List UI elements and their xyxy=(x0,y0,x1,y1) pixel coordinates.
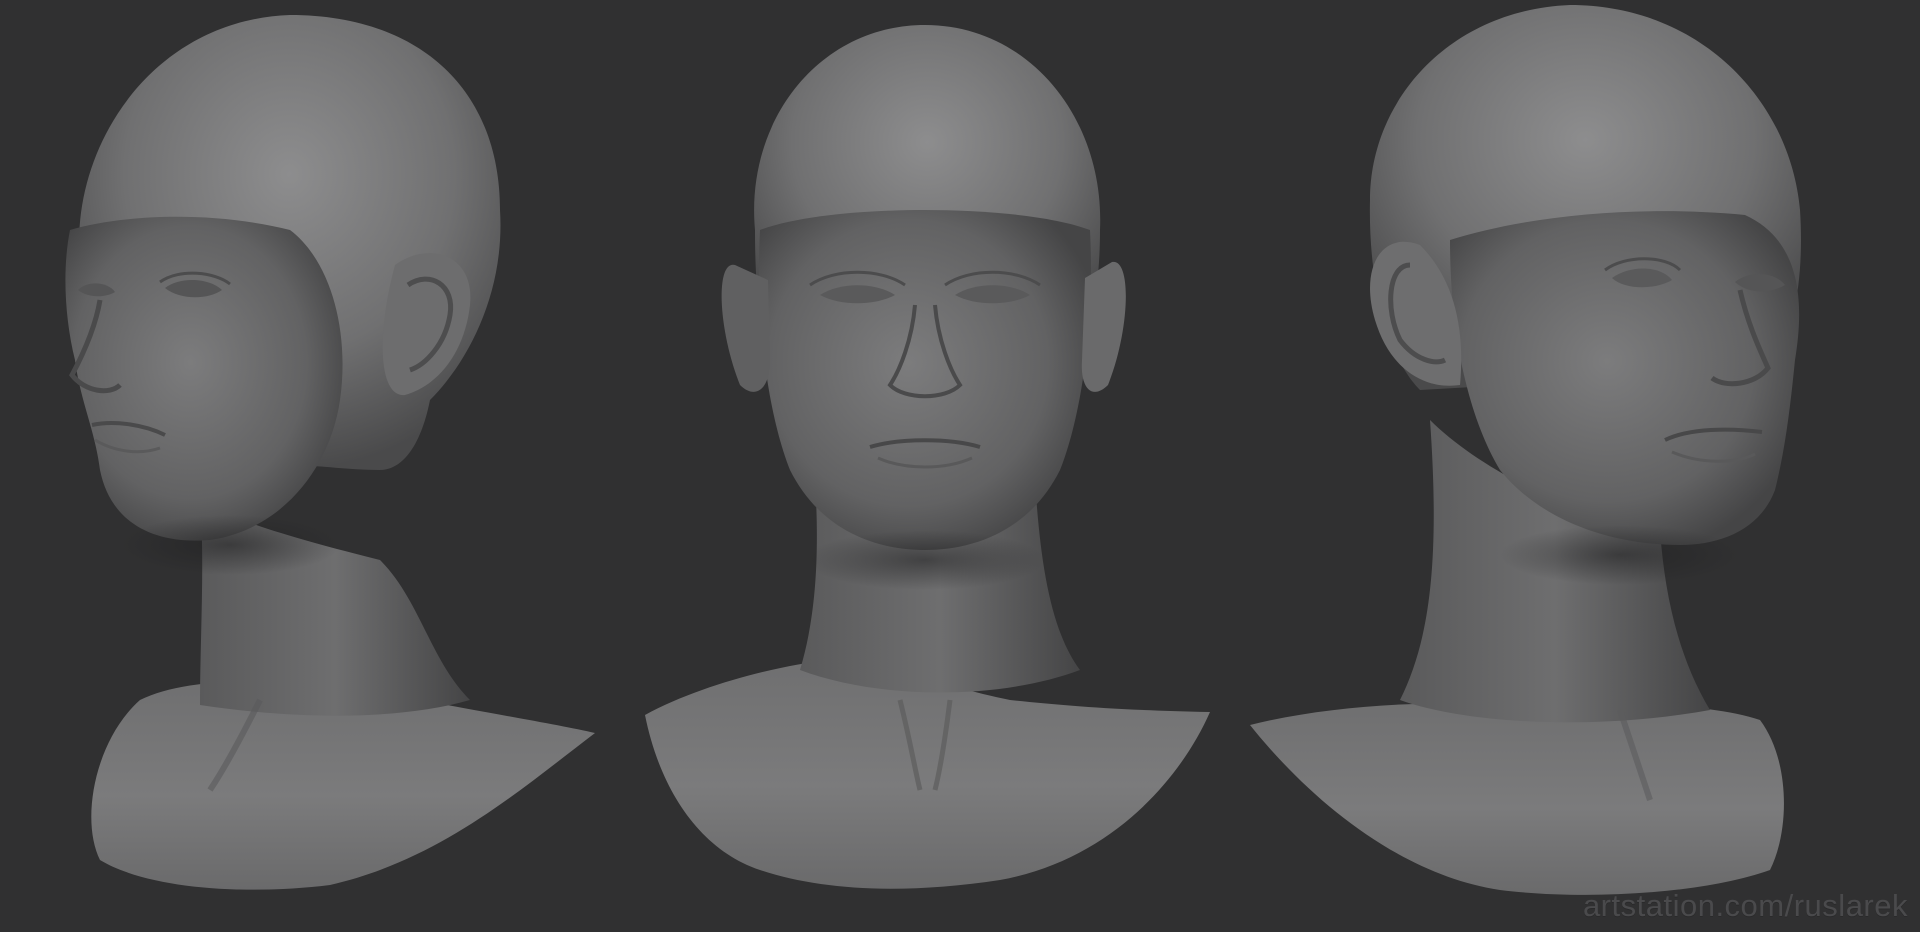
sculpt-render xyxy=(65,5,1801,895)
head-three-quarter-right xyxy=(1250,5,1801,895)
ear-shape xyxy=(721,264,770,392)
render-canvas: artstation.com/ruslarek xyxy=(0,0,1920,932)
watermark-text: artstation.com/ruslarek xyxy=(1582,888,1908,923)
face-shape xyxy=(65,216,343,541)
ear-shape xyxy=(382,253,471,396)
head-three-quarter-left xyxy=(65,15,595,890)
head-front xyxy=(645,25,1210,889)
chest-shape xyxy=(645,660,1210,889)
chest-shape xyxy=(1250,703,1784,895)
ear-shape xyxy=(1081,261,1126,392)
face-shape xyxy=(759,210,1091,550)
